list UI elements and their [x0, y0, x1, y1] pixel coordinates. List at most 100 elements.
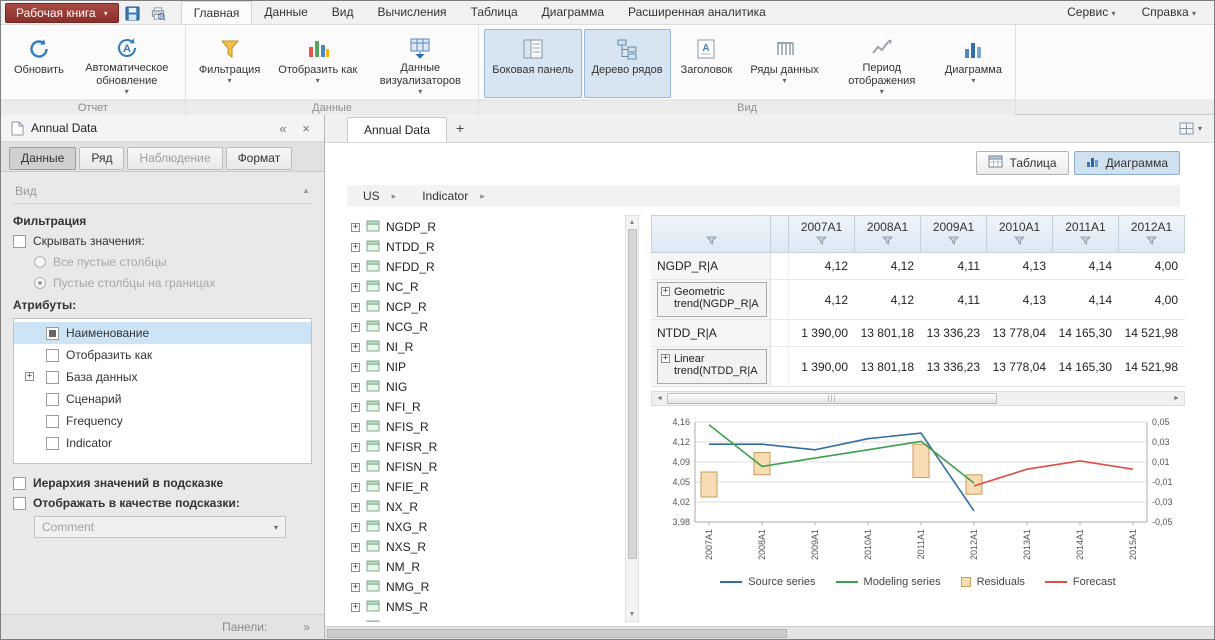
ribbon-tab-вид[interactable]: Вид — [320, 1, 366, 24]
checkbox[interactable] — [46, 371, 59, 384]
add-tab-button[interactable]: + — [447, 117, 473, 142]
menu-сервис[interactable]: Сервис ▾ — [1057, 1, 1125, 25]
comment-dropdown[interactable]: Comment ▾ — [34, 516, 286, 538]
table-row-label[interactable]: +Linear trend(NTDD_R|A — [651, 347, 771, 387]
table-cell[interactable]: 13 336,23 — [921, 347, 987, 387]
expand-panels-button[interactable]: » — [303, 620, 310, 634]
ribbon-button-дерево-рядов[interactable]: Дерево рядов — [584, 29, 671, 98]
scroll-right-icon[interactable]: ► — [1169, 392, 1184, 405]
expand-icon[interactable]: + — [351, 363, 360, 372]
table-cell[interactable]: 13 778,04 — [987, 347, 1053, 387]
tree-scrollbar[interactable]: ▲ ▼ — [625, 215, 639, 622]
table-cell[interactable]: 13 778,04 — [987, 320, 1053, 347]
expand-icon[interactable]: + — [351, 503, 360, 512]
ribbon-button-боковая-панель[interactable]: Боковая панель — [484, 29, 581, 98]
table-column-header[interactable] — [771, 215, 789, 253]
tree-item-nm-r[interactable]: +NM_R — [347, 557, 625, 577]
expand-icon[interactable]: + — [351, 583, 360, 592]
close-panel-button[interactable]: × — [298, 121, 314, 136]
ribbon-button-период-отображения[interactable]: Период отображения▾ — [829, 29, 935, 98]
save-button[interactable] — [122, 3, 144, 23]
view-button-chart[interactable]: Диаграмма — [1074, 151, 1180, 175]
tree-item-ncp-r[interactable]: +NCP_R — [347, 297, 625, 317]
print-preview-button[interactable] — [147, 3, 169, 23]
filter-funnel-icon[interactable] — [882, 235, 893, 249]
collapse-panel-button[interactable]: « — [275, 121, 291, 136]
scroll-down-icon[interactable]: ▼ — [629, 609, 636, 620]
attribute-row-отобразить-как[interactable]: Отобразить как — [14, 344, 311, 366]
expand-icon[interactable]: + — [351, 543, 360, 552]
expand-icon[interactable]: + — [351, 463, 360, 472]
panel-tab-ряд[interactable]: Ряд — [79, 147, 124, 170]
table-cell[interactable]: 13 801,18 — [855, 347, 921, 387]
expand-icon[interactable]: + — [351, 343, 360, 352]
scrollbar-thumb[interactable] — [327, 629, 787, 638]
tree-item-nip[interactable]: +NIP — [347, 357, 625, 377]
tree-item-nfis-r[interactable]: +NFIS_R — [347, 417, 625, 437]
table-cell[interactable]: 13 336,23 — [921, 320, 987, 347]
tree-item-nx-r[interactable]: +NX_R — [347, 497, 625, 517]
expand-icon[interactable]: + — [25, 372, 34, 381]
attribute-row-indicator[interactable]: Indicator — [14, 432, 311, 454]
tree-item-nxs-r[interactable]: +NXS_R — [347, 537, 625, 557]
ribbon-tab-диаграмма[interactable]: Диаграмма — [530, 1, 616, 24]
document-tab-annual-data[interactable]: Annual Data — [347, 117, 447, 142]
panel-tab-данные[interactable]: Данные — [9, 147, 76, 170]
tree-item-nfisr-r[interactable]: +NFISR_R — [347, 437, 625, 457]
tree-item-nk-r[interactable]: +NK_R — [347, 617, 625, 622]
table-cell[interactable]: 4,12 — [855, 253, 921, 280]
hide-values-row[interactable]: Скрывать значения: — [13, 234, 312, 248]
filter-funnel-icon[interactable] — [1014, 235, 1025, 249]
hide-values-checkbox[interactable] — [13, 235, 26, 248]
view-section-header[interactable]: Вид ▲ — [13, 178, 312, 204]
expand-icon[interactable]: + — [351, 403, 360, 412]
table-cell[interactable]: 4,11 — [921, 280, 987, 320]
attribute-row-наименование[interactable]: Наименование — [14, 322, 311, 344]
table-column-header[interactable]: 2011A1 — [1053, 215, 1119, 253]
expand-icon[interactable]: + — [351, 443, 360, 452]
tree-item-nms-r[interactable]: +NMS_R — [347, 597, 625, 617]
ribbon-button-диаграмма[interactable]: Диаграмма▾ — [937, 29, 1010, 98]
attribute-row-база-данных[interactable]: +База данных — [14, 366, 311, 388]
show-as-tooltip-checkbox[interactable] — [13, 497, 26, 510]
checkbox[interactable] — [46, 393, 59, 406]
table-cell[interactable]: 14 521,98 — [1119, 347, 1185, 387]
expand-icon[interactable]: + — [661, 287, 670, 296]
filter-funnel-icon[interactable] — [706, 235, 717, 249]
filter-funnel-icon[interactable] — [1146, 235, 1157, 249]
table-column-header[interactable]: 2008A1 — [855, 215, 921, 253]
tree-item-ni-r[interactable]: +NI_R — [347, 337, 625, 357]
ribbon-tab-расширенная-аналитика[interactable]: Расширенная аналитика — [616, 1, 778, 24]
table-horizontal-scrollbar[interactable]: ◄ ||| ► — [651, 391, 1185, 406]
ribbon-button-автоматическое-обновление[interactable]: AАвтоматическое обновление▾ — [74, 29, 180, 98]
ribbon-button-фильтрация[interactable]: Фильтрация▾ — [191, 29, 268, 98]
table-cell[interactable]: 13 801,18 — [855, 320, 921, 347]
table-cell[interactable]: 4,00 — [1119, 280, 1185, 320]
panel-tab-формат[interactable]: Формат — [226, 147, 293, 170]
ribbon-button-данные-визуализаторов[interactable]: Данные визуализаторов▾ — [367, 29, 473, 98]
tree-item-nmg-r[interactable]: +NMG_R — [347, 577, 625, 597]
expand-icon[interactable]: + — [661, 354, 670, 363]
radio-button[interactable] — [34, 256, 46, 268]
ribbon-tab-главная[interactable]: Главная — [181, 1, 253, 24]
expand-icon[interactable]: + — [351, 243, 360, 252]
table-cell[interactable]: 1 390,00 — [789, 347, 855, 387]
table-cell[interactable]: 4,12 — [789, 253, 855, 280]
hierarchy-tooltip-row[interactable]: Иерархия значений в подсказке — [13, 476, 312, 490]
table-cell[interactable]: 1 390,00 — [789, 320, 855, 347]
workbook-menu-button[interactable]: Рабочая книга ▾ — [5, 3, 119, 23]
expand-icon[interactable]: + — [351, 423, 360, 432]
attribute-row-сценарий[interactable]: Сценарий — [14, 388, 311, 410]
table-column-header[interactable]: 2012A1 — [1119, 215, 1185, 253]
tree-item-nig[interactable]: +NIG — [347, 377, 625, 397]
checkbox[interactable] — [46, 349, 59, 362]
scroll-left-icon[interactable]: ◄ — [652, 392, 667, 405]
ribbon-button-заголовок[interactable]: AЗаголовок — [673, 29, 741, 98]
expand-icon[interactable]: + — [351, 283, 360, 292]
radio-option-пустые-столбцы-на-границах[interactable]: Пустые столбцы на границах — [34, 276, 312, 290]
expand-icon[interactable]: + — [351, 383, 360, 392]
checkbox[interactable] — [46, 437, 59, 450]
breadcrumb-item-indicator[interactable]: Indicator — [422, 189, 468, 203]
table-cell[interactable]: 14 165,30 — [1053, 320, 1119, 347]
checkbox[interactable] — [46, 327, 59, 340]
